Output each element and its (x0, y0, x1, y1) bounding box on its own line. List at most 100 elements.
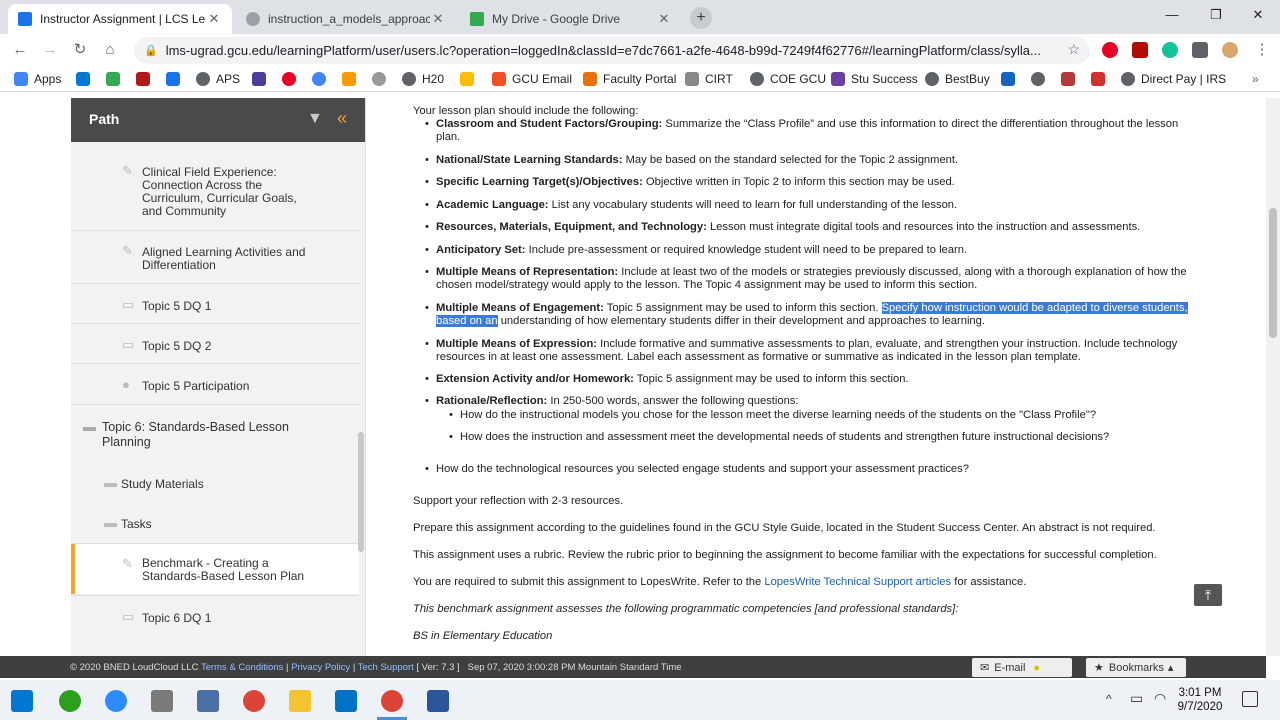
star-icon (106, 72, 120, 86)
bookmark-faculty-portal[interactable]: Faculty Portal (583, 71, 676, 87)
sidebar-topic6-header[interactable]: ▬ Topic 6: Standards-Based Lesson Planni… (71, 420, 359, 450)
close-tab-icon[interactable]: ✕ (430, 11, 446, 27)
bookmark-apple[interactable] (372, 71, 392, 87)
bookmark-8[interactable] (312, 71, 332, 87)
bookmark-bestbuy[interactable]: BestBuy (925, 71, 990, 87)
page-scrollbar[interactable] (1266, 98, 1280, 656)
profile-avatar[interactable] (1222, 42, 1238, 58)
bookmark-pinterest[interactable] (282, 71, 302, 87)
bookmark-gcu-email[interactable]: GCU Email (492, 71, 572, 87)
bookmark-21[interactable] (1061, 71, 1081, 87)
bookmarks-button[interactable]: ★ Bookmarks ▴ (1086, 658, 1186, 677)
sub-list-item: How do the instructional models you chos… (449, 409, 1180, 423)
bookmark-20[interactable] (1031, 71, 1051, 87)
bookmark-3[interactable] (136, 71, 156, 87)
network-icon[interactable]: ▭ (1130, 690, 1143, 707)
sidebar-item-topic5-dq2[interactable]: ▭ Topic 5 DQ 2 (71, 338, 359, 354)
windows-start-icon[interactable] (11, 690, 33, 712)
sidebar-item-tasks[interactable]: ▬ Tasks (71, 516, 359, 532)
word-icon[interactable] (427, 690, 449, 712)
sidebar-item-study-materials[interactable]: ▬ Study Materials (71, 476, 359, 492)
assignment-content: Your lesson plan should include the foll… (413, 92, 1193, 656)
apps-grid-icon (14, 72, 28, 86)
list-item: Specific Learning Target(s)/Objectives: … (425, 176, 1188, 190)
grammarly-extension-icon[interactable] (1162, 42, 1178, 58)
list-item: Anticipatory Set: Include pre-assessment… (425, 244, 1188, 258)
menu-dots-icon[interactable]: ⋮ (1250, 38, 1274, 62)
forward-button[interactable]: → (38, 38, 62, 62)
home-button[interactable]: ⌂ (98, 38, 122, 62)
pinterest-extension-icon[interactable] (1102, 42, 1118, 58)
system-clock[interactable]: 3:01 PM 9/7/2020 (1162, 686, 1238, 714)
sidebar-item-aligned-learning[interactable]: ✎ Aligned Learning Activities and Differ… (71, 244, 359, 274)
bookmark-22[interactable] (1091, 71, 1111, 87)
maximize-button[interactable]: ❐ (1194, 4, 1238, 26)
bookmark-star-icon[interactable]: ☆ (1067, 41, 1080, 58)
snipping-tool-icon[interactable] (151, 690, 173, 712)
zoom-icon[interactable] (105, 690, 127, 712)
notifications-icon[interactable] (1242, 691, 1258, 707)
bookmark-cirt[interactable]: CIRT (685, 71, 733, 87)
bookmark-aps[interactable]: APS (196, 71, 240, 87)
back-button[interactable]: ← (8, 38, 32, 62)
chrome-active-icon[interactable] (381, 690, 403, 712)
new-tab-button[interactable]: + (690, 7, 712, 29)
sidebar-item-topic5-participation[interactable]: ● Topic 5 Participation (71, 378, 359, 394)
terms-link[interactable]: Terms & Conditions (201, 662, 283, 673)
address-bar[interactable]: 🔒 lms-ugrad.gcu.edu/learningPlatform/use… (134, 37, 1090, 64)
list-item-engagement: Multiple Means of Engagement: Topic 5 as… (425, 302, 1188, 329)
outlook-icon (76, 72, 90, 86)
close-tab-icon[interactable]: ✕ (656, 11, 672, 27)
close-window-button[interactable]: ✕ (1236, 4, 1280, 26)
bookmark-apps[interactable]: Apps (14, 71, 61, 87)
bookmark-direct-pay[interactable]: Direct Pay | IRS (1121, 71, 1226, 87)
minimize-button[interactable]: — (1150, 4, 1194, 26)
tab-title: My Drive - Google Drive (492, 12, 621, 26)
tab-instruction-models[interactable]: instruction_a_models_approach_ ✕ (236, 4, 456, 34)
bookmark-icon (252, 72, 266, 86)
bookmark-outlook[interactable] (76, 71, 96, 87)
pdf-extension-icon[interactable] (1132, 42, 1148, 58)
extensions-puzzle-icon[interactable] (1192, 42, 1208, 58)
tab-google-drive[interactable]: My Drive - Google Drive ✕ (460, 4, 682, 34)
tech-support-link[interactable]: Tech Support (358, 662, 414, 673)
email-button[interactable]: ✉ E-mail ● (972, 658, 1072, 677)
outlook-icon[interactable] (335, 690, 357, 712)
reload-button[interactable]: ↻ (68, 38, 92, 62)
bookmark-stu-success[interactable]: Stu Success (831, 71, 918, 87)
tab-instructor-assignment[interactable]: Instructor Assignment | LCS Lean ✕ (8, 4, 232, 34)
sidebar-item-topic6-dq1[interactable]: ▭ Topic 6 DQ 1 (71, 610, 359, 626)
bookmark-star[interactable] (106, 71, 126, 87)
footer-text: © 2020 BNED LoudCloud LLC Terms & Condit… (70, 662, 682, 673)
quickbooks-icon[interactable] (59, 690, 81, 712)
bookmark-6[interactable] (252, 71, 272, 87)
bookmark-google-drive[interactable] (460, 71, 480, 87)
bookmark-4[interactable] (166, 71, 186, 87)
intro-text: Your lesson plan should include the foll… (413, 105, 639, 117)
scrollbar-thumb[interactable] (1269, 208, 1277, 338)
calculator-icon[interactable] (197, 690, 219, 712)
scroll-to-top-button[interactable]: ⤒ (1194, 584, 1222, 606)
chrome-icon[interactable] (243, 690, 265, 712)
sidebar-scrollbar[interactable] (358, 432, 364, 552)
bookmark-h20[interactable]: H20 (402, 71, 444, 87)
collapse-sidebar-icon[interactable]: « (337, 108, 347, 129)
sidebar-item-benchmark-active[interactable]: ✎ Benchmark - Creating a Standards-Based… (71, 544, 359, 594)
tray-chevron-icon[interactable]: ^ (1106, 692, 1112, 706)
close-tab-icon[interactable]: ✕ (206, 11, 222, 27)
pinterest-icon (282, 72, 296, 86)
bookmark-amazon[interactable] (342, 71, 362, 87)
filter-icon[interactable]: ▼ (307, 110, 323, 128)
privacy-link[interactable]: Privacy Policy (291, 662, 350, 673)
lopeswrite-support-link[interactable]: LopesWrite Technical Support articles (764, 576, 951, 588)
sidebar-item-clinical-field-experience[interactable]: ✎ Clinical Field Experience: Connection … (71, 164, 359, 220)
bookmark-coe-gcu[interactable]: COE GCU (750, 71, 826, 87)
amazon-icon (342, 72, 356, 86)
file-explorer-icon[interactable] (289, 690, 311, 712)
bookmark-19[interactable] (1001, 71, 1021, 87)
more-bookmarks-icon[interactable]: » (1252, 71, 1259, 87)
sidebar-item-topic5-dq1[interactable]: ▭ Topic 5 DQ 1 (71, 298, 359, 314)
lock-icon: 🔒 (144, 45, 158, 57)
google-drive-icon (460, 72, 474, 86)
tab-title: instruction_a_models_approach_ (268, 12, 430, 26)
